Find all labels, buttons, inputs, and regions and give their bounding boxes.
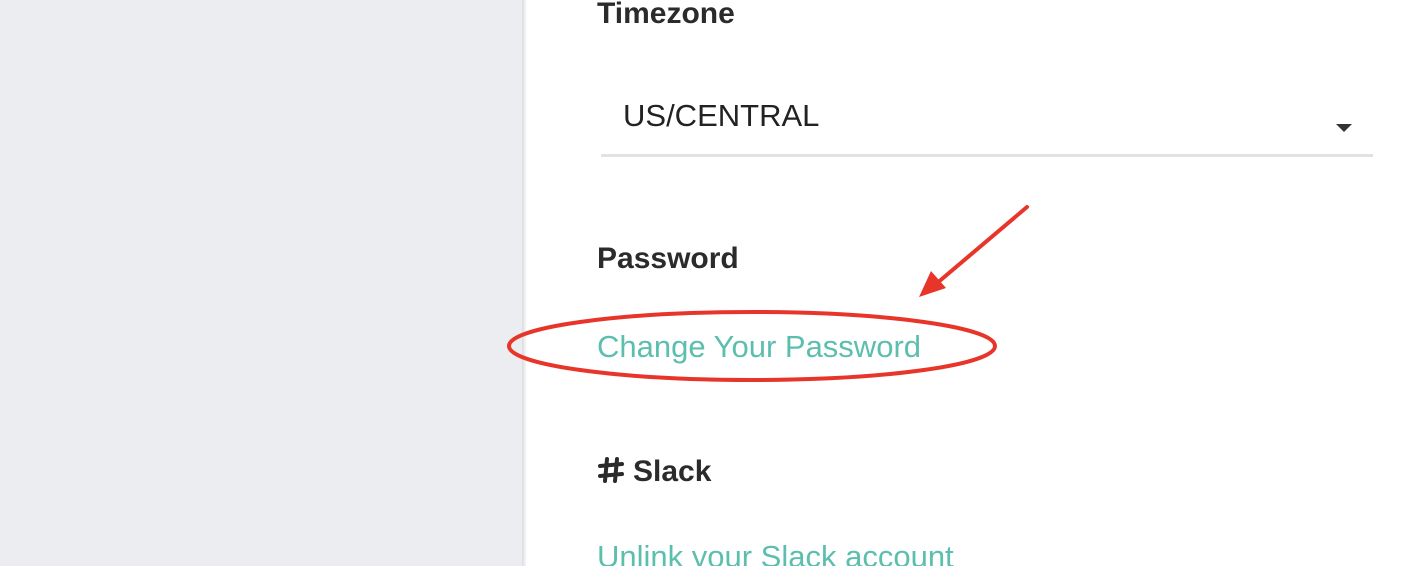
password-heading: Password bbox=[597, 242, 739, 275]
change-password-link[interactable]: Change Your Password bbox=[597, 329, 921, 365]
settings-content: Timezone US/CENTRAL Password Change Your… bbox=[527, 0, 1426, 566]
timezone-select[interactable]: US/CENTRAL bbox=[601, 92, 1373, 157]
timezone-heading: Timezone bbox=[597, 0, 735, 30]
caret-down-icon[interactable] bbox=[1336, 124, 1352, 132]
left-sidebar-panel bbox=[0, 0, 522, 566]
unlink-slack-link[interactable]: Unlink your Slack account bbox=[597, 539, 954, 566]
timezone-selected-value: US/CENTRAL bbox=[623, 98, 820, 133]
slack-heading: Slack bbox=[597, 455, 711, 489]
slack-heading-label: Slack bbox=[633, 455, 712, 488]
hash-icon bbox=[598, 457, 624, 484]
settings-page: Timezone US/CENTRAL Password Change Your… bbox=[0, 0, 1426, 566]
